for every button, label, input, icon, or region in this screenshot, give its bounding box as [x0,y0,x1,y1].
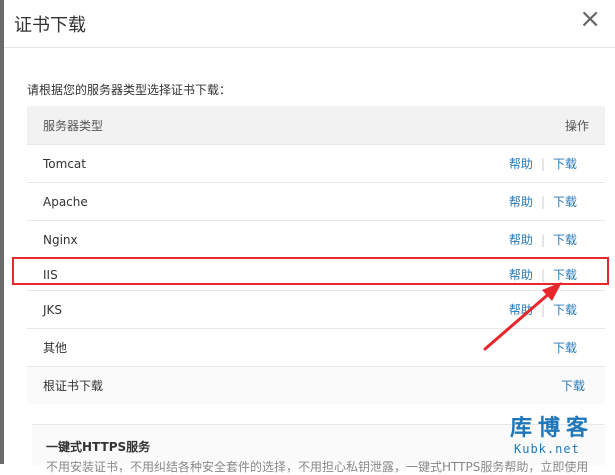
table-header: 服务器类型 操作 [27,106,605,145]
table-row-tomcat: Tomcat 帮助 | 下载 [27,145,605,183]
table-row-other: 其他 下载 [27,329,605,367]
download-link[interactable]: 下载 [561,377,585,394]
server-name: Nginx [43,232,78,247]
dialog-header: 证书下载 × [4,0,615,48]
table-row-apache: Apache 帮助 | 下载 [27,183,605,221]
divider: | [540,194,545,209]
watermark-text-top: 库博客 [510,416,595,441]
help-link[interactable]: 帮助 [509,193,533,210]
dialog-title: 证书下载 [14,15,86,36]
iis-row-highlight-box [12,257,609,285]
download-link[interactable]: 下载 [553,231,577,248]
close-icon[interactable]: × [579,6,601,32]
promo-text: 不用安装证书，不用纠结各种安全套件的选择，不用担心私钥泄露，一键式HTTPS服务… [46,460,589,474]
help-link[interactable]: 帮助 [509,301,533,318]
table-row-root-cert: 根证书下载 下载 [27,367,605,404]
site-watermark-logo: 库博客 Kubk.net [510,410,610,460]
divider: | [540,232,545,247]
server-type-table: 服务器类型 操作 Tomcat 帮助 | 下载 Apache 帮助 | 下载 N… [27,106,605,404]
divider: | [540,156,545,171]
table-row-nginx: Nginx 帮助 | 下载 [27,221,605,259]
server-name: Apache [43,194,88,209]
help-link[interactable]: 帮助 [509,231,533,248]
server-name: Tomcat [43,156,86,171]
server-name: JKS [43,302,63,317]
table-row-jks: JKS 帮助 | 下载 [27,290,605,329]
download-link[interactable]: 下载 [553,155,577,172]
certificate-download-dialog: 证书下载 × 请根据您的服务器类型选择证书下载： 服务器类型 操作 Tomcat… [4,0,615,474]
promo-title: 一键式HTTPS服务 [46,440,151,454]
header-server-type: 服务器类型 [43,118,104,133]
help-link[interactable]: 帮助 [509,155,533,172]
divider: | [540,302,545,317]
download-link[interactable]: 下载 [553,193,577,210]
header-action: 操作 [564,118,589,133]
server-name: 根证书下载 [43,379,104,393]
server-name: 其他 [43,341,68,355]
watermark-text-bottom: Kubk.net [514,442,580,456]
download-link[interactable]: 下载 [553,301,577,318]
download-link[interactable]: 下载 [553,339,577,356]
instruction-text: 请根据您的服务器类型选择证书下载： [27,83,232,97]
